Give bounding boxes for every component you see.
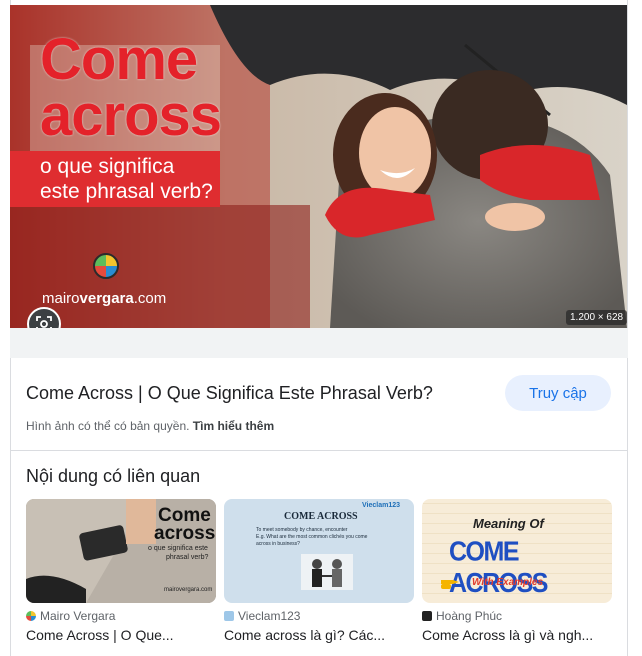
thumb2-line3: across in business?	[256, 541, 300, 547]
thumb1-sub2: phrasal verb?	[166, 554, 209, 561]
handshake-image	[301, 554, 353, 590]
brand-logo-icon	[93, 253, 119, 279]
image-bottom-strip	[10, 328, 628, 358]
related-source-1: Mairo Vergara	[26, 609, 216, 623]
result-title-link[interactable]: Come Across | O Que Significa Este Phras…	[26, 383, 433, 404]
thumb3-top: Meaning Of	[473, 516, 544, 531]
thumb3-sub: With Examples	[472, 577, 544, 588]
hero-brand: mairovergara.com	[42, 290, 166, 307]
related-source-2: Vieclam123	[224, 609, 414, 623]
pointing-hand-icon	[441, 580, 459, 589]
thumb1-brand: mairovergara.com	[164, 587, 213, 593]
thumb1-sub1: o que significa este	[148, 545, 208, 552]
thumb2-title: COME ACROSS	[284, 511, 358, 522]
hero-title-line2: across	[40, 83, 222, 148]
related-card-1[interactable]: Come across o que significa este phrasal…	[26, 499, 216, 643]
hero-subtitle-banner: o que significa este phrasal verb?	[10, 151, 220, 207]
related-heading: Nội dung có liên quan	[26, 466, 201, 486]
image-dimensions-badge: 1.200 × 628	[566, 310, 628, 325]
hero-title-line1: Come	[40, 27, 198, 92]
thumb2-logo: Vieclam123	[362, 502, 401, 509]
brand-suffix: .com	[133, 290, 167, 307]
main-preview-image[interactable]: Come across o que significa este phrasal…	[10, 5, 627, 328]
copyright-text: Hình ảnh có thể có bản quyền.	[26, 419, 190, 433]
visit-button[interactable]: Truy cập	[505, 375, 611, 411]
hero-subtitle-line1: o que significa	[40, 155, 175, 178]
learn-more-link[interactable]: Tìm hiểu thêm	[193, 419, 274, 433]
hero-subtitle-line2: este phrasal verb?	[40, 180, 213, 203]
thumb3-main: COME ACROSS	[449, 536, 548, 599]
brand-bold: vergara	[79, 290, 134, 307]
related-card-3[interactable]: Meaning Of COME ACROSS With Examples Hoà…	[422, 499, 612, 643]
brand-prefix: mairo	[42, 290, 80, 307]
related-thumb-2[interactable]: COME ACROSS Vieclam123 To meet somebody …	[224, 499, 414, 603]
thumb2-line2: E.g. What are the most common clichés yo…	[256, 534, 368, 540]
related-source-name-2: Vieclam123	[238, 609, 301, 623]
thumb1-line2: across	[154, 523, 216, 544]
related-title-1[interactable]: Come Across | O Que...	[26, 627, 216, 643]
related-title-2[interactable]: Come across là gì? Các...	[224, 627, 414, 643]
related-thumb-1[interactable]: Come across o que significa este phrasal…	[26, 499, 216, 603]
related-source-name-3: Hoàng Phúc	[436, 609, 503, 623]
related-title-3[interactable]: Come Across là gì và ngh...	[422, 627, 612, 643]
related-thumb-3[interactable]: Meaning Of COME ACROSS With Examples	[422, 499, 612, 603]
related-source-name-1: Mairo Vergara	[40, 609, 116, 623]
vieclam-favicon-icon	[224, 611, 234, 621]
hoangphuc-favicon-icon	[422, 611, 432, 621]
section-divider	[10, 450, 628, 451]
related-card-2[interactable]: COME ACROSS Vieclam123 To meet somebody …	[224, 499, 414, 643]
thumb2-line1: To meet somebody by chance, encounter	[256, 527, 348, 533]
related-source-3: Hoàng Phúc	[422, 609, 612, 623]
copyright-notice: Hình ảnh có thể có bản quyền. Tìm hiểu t…	[26, 419, 274, 433]
mairo-favicon-icon	[26, 611, 36, 621]
